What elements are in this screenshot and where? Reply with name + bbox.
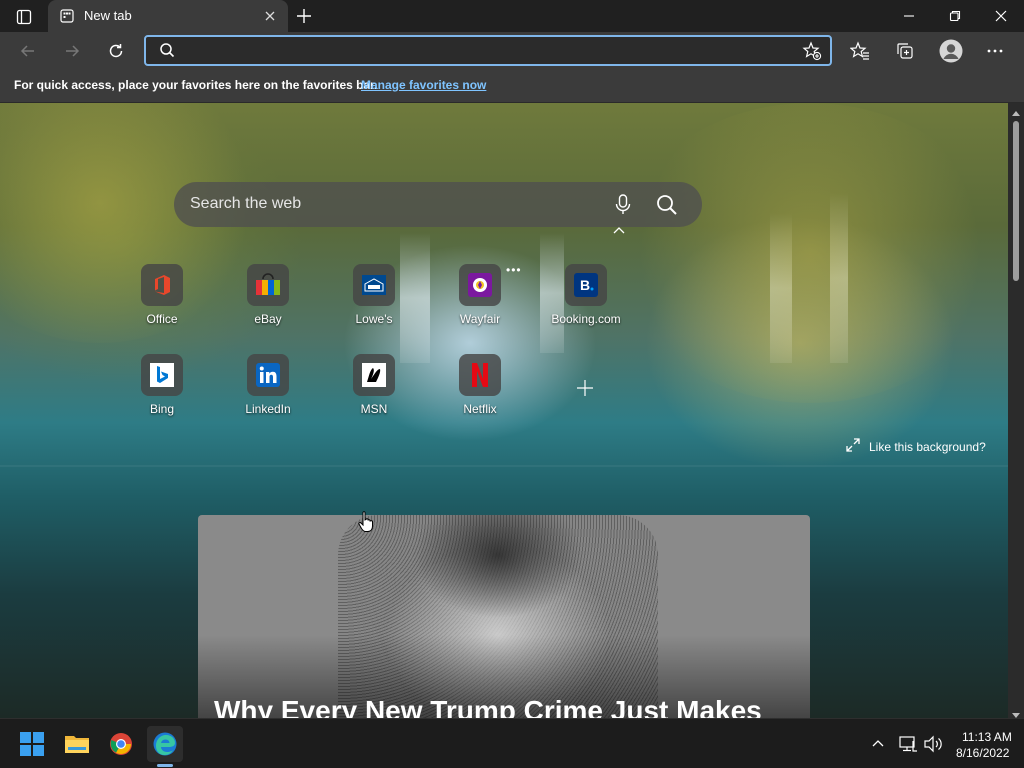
microphone-icon[interactable] bbox=[613, 194, 633, 216]
toolbar bbox=[0, 32, 1024, 70]
new-tab-favicon-icon bbox=[60, 9, 74, 23]
add-quick-link-icon[interactable] bbox=[576, 379, 594, 397]
manage-favorites-link[interactable]: Manage favorites now bbox=[361, 78, 486, 92]
quick-link-booking[interactable]: B Booking.com bbox=[545, 264, 625, 344]
booking-icon: B bbox=[565, 264, 607, 306]
favorites-icon[interactable] bbox=[849, 40, 871, 62]
netflix-icon bbox=[459, 354, 501, 396]
settings-more-icon[interactable] bbox=[984, 40, 1006, 62]
hand-cursor-icon bbox=[358, 511, 374, 533]
new-tab-page: Search the web Office eBay Lowe's Wayfai… bbox=[0, 103, 1008, 718]
title-bar: New tab bbox=[0, 0, 1024, 32]
quick-link-ebay[interactable]: eBay bbox=[227, 264, 307, 344]
lowes-icon bbox=[353, 264, 395, 306]
scrollbar-thumb[interactable] bbox=[1013, 121, 1019, 281]
collections-icon[interactable] bbox=[894, 40, 916, 62]
file-explorer-icon[interactable] bbox=[59, 726, 95, 762]
refresh-icon[interactable] bbox=[105, 40, 127, 62]
favorites-bar: For quick access, place your favorites h… bbox=[0, 70, 1024, 103]
quick-link-office[interactable]: Office bbox=[121, 264, 201, 344]
expand-icon bbox=[846, 438, 860, 455]
back-icon[interactable] bbox=[17, 40, 39, 62]
scroll-down-arrow-icon[interactable] bbox=[1012, 706, 1020, 718]
browser-tab[interactable]: New tab bbox=[48, 0, 288, 32]
web-search-box[interactable]: Search the web bbox=[174, 182, 702, 227]
chrome-icon[interactable] bbox=[103, 726, 139, 762]
profile-avatar-icon[interactable] bbox=[938, 38, 964, 64]
favorites-bar-message: For quick access, place your favorites h… bbox=[14, 78, 378, 92]
new-tab-icon[interactable] bbox=[294, 6, 316, 26]
quick-link-netflix[interactable]: Netflix bbox=[439, 354, 519, 434]
volume-icon[interactable] bbox=[923, 735, 943, 753]
news-headline[interactable]: Why Every New Trump Crime Just Makes bbox=[214, 695, 762, 718]
start-icon[interactable] bbox=[14, 726, 50, 762]
vertical-scrollbar[interactable] bbox=[1008, 103, 1024, 718]
office-icon bbox=[141, 264, 183, 306]
tab-actions-icon[interactable] bbox=[10, 6, 38, 28]
chevron-up-icon[interactable] bbox=[870, 736, 886, 752]
edge-icon[interactable] bbox=[147, 726, 183, 762]
minimize-icon[interactable] bbox=[886, 0, 932, 32]
bing-icon bbox=[141, 354, 183, 396]
like-background-label: Like this background? bbox=[869, 439, 986, 454]
active-app-indicator bbox=[157, 764, 173, 767]
search-icon[interactable] bbox=[655, 193, 679, 217]
restore-icon[interactable] bbox=[932, 0, 978, 32]
quick-link-lowes[interactable]: Lowe's bbox=[333, 264, 413, 344]
quick-link-linkedin[interactable]: LinkedIn bbox=[227, 354, 307, 434]
quick-link-bing[interactable]: Bing bbox=[121, 354, 201, 434]
linkedin-icon bbox=[247, 354, 289, 396]
clock-time[interactable]: 11:13 AM bbox=[962, 730, 1012, 744]
news-card[interactable]: Why Every New Trump Crime Just Makes bbox=[198, 515, 810, 718]
svg-text:B: B bbox=[580, 277, 590, 293]
tile-more-options-icon[interactable]: ••• bbox=[506, 263, 522, 277]
close-tab-icon[interactable] bbox=[262, 8, 278, 24]
divider bbox=[0, 465, 1008, 467]
msn-icon bbox=[353, 354, 395, 396]
search-icon bbox=[159, 42, 177, 60]
background-foliage bbox=[620, 103, 1000, 403]
address-input[interactable] bbox=[182, 41, 782, 61]
taskbar: 11:13 AM 8/16/2022 bbox=[0, 718, 1024, 768]
address-bar[interactable] bbox=[144, 35, 832, 66]
search-placeholder[interactable]: Search the web bbox=[190, 195, 301, 213]
like-background-button[interactable]: Like this background? bbox=[846, 438, 986, 455]
forward-icon[interactable] bbox=[61, 40, 83, 62]
quick-link-msn[interactable]: MSN bbox=[333, 354, 413, 434]
ebay-icon bbox=[247, 264, 289, 306]
clock-date[interactable]: 8/16/2022 bbox=[956, 746, 1009, 760]
scroll-up-arrow-icon[interactable] bbox=[1012, 105, 1020, 116]
network-icon[interactable] bbox=[898, 735, 918, 753]
chevron-up-icon[interactable] bbox=[611, 223, 631, 237]
close-window-icon[interactable] bbox=[978, 0, 1024, 32]
wayfair-icon bbox=[459, 264, 501, 306]
tab-title: New tab bbox=[84, 8, 132, 23]
add-favorite-icon[interactable] bbox=[802, 41, 822, 61]
